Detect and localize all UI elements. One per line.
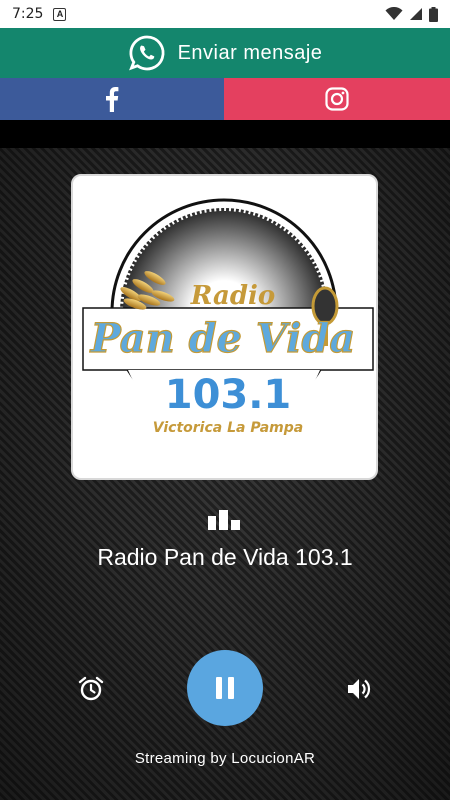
equalizer-icon	[208, 510, 240, 530]
logo-location: Victorica La Pampa	[153, 420, 303, 436]
battery-icon	[429, 6, 438, 22]
logo-radio: Radio	[190, 281, 275, 311]
station-name: Radio Pan de Vida 103.1	[97, 544, 353, 570]
logo-frequency: 103.1	[165, 372, 292, 418]
pause-icon	[216, 677, 234, 699]
status-bar: 7:25 A	[0, 0, 450, 28]
facebook-icon	[106, 87, 119, 112]
volume-icon[interactable]	[345, 675, 373, 703]
wifi-icon	[385, 7, 403, 20]
whatsapp-icon	[128, 35, 165, 71]
instagram-button[interactable]	[224, 78, 450, 120]
divider-strip	[0, 120, 450, 148]
status-icons	[385, 6, 438, 22]
station-logo: Radio Pan de Vida 103.1 Victorica La Pam…	[71, 174, 378, 480]
whatsapp-message-button[interactable]: Enviar mensaje	[0, 28, 450, 78]
logo-name: Pan de Vida	[90, 315, 356, 362]
facebook-button[interactable]	[0, 78, 224, 120]
pause-button[interactable]	[187, 650, 263, 726]
player-area: Radio Pan de Vida 103.1 Victorica La Pam…	[0, 148, 450, 800]
social-row	[0, 78, 450, 120]
streaming-credit: Streaming by LocucionAR	[134, 750, 316, 767]
whatsapp-label: Enviar mensaje	[177, 41, 323, 64]
notification-a-icon: A	[53, 7, 67, 21]
signal-icon	[410, 8, 422, 20]
logo-artwork: Radio Pan de Vida 103.1 Victorica La Pam…	[82, 198, 374, 436]
alarm-icon[interactable]	[77, 675, 105, 703]
status-time: 7:25	[12, 6, 44, 22]
instagram-icon	[325, 87, 349, 111]
